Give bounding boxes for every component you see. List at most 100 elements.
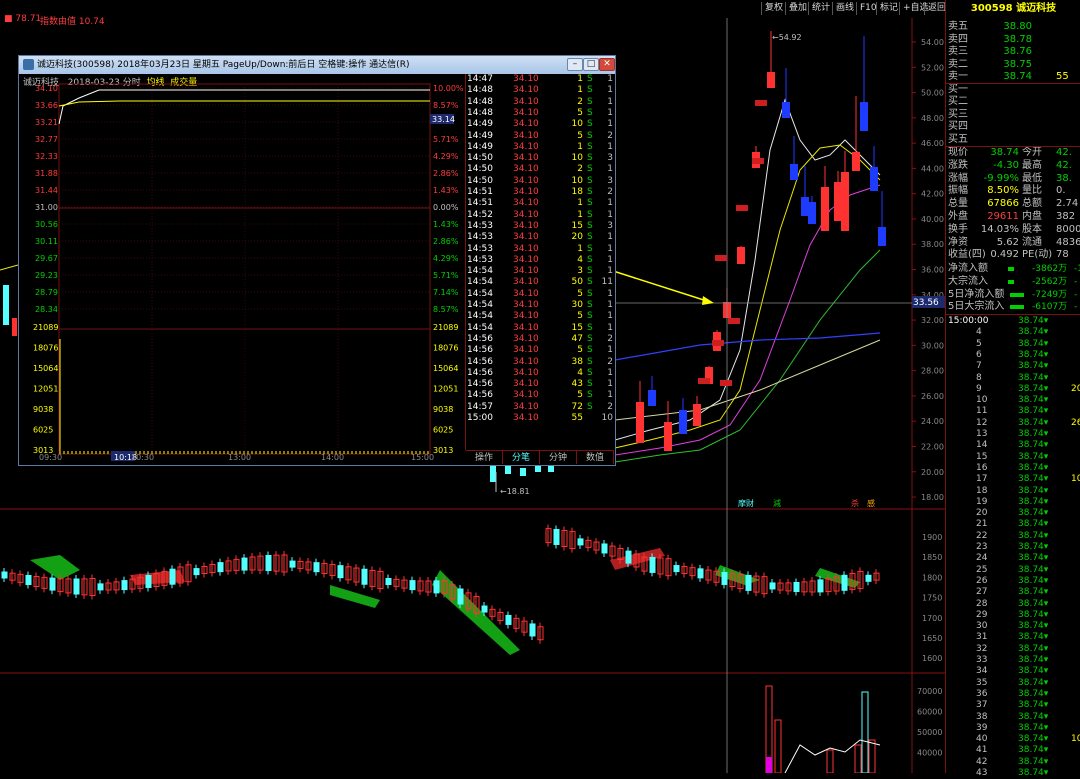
tick-side: S (587, 175, 593, 186)
toolbar-btn-5[interactable]: 标记 (876, 2, 901, 15)
flow-label: 大宗流入 (948, 275, 988, 287)
flow-label: 5日大宗流入 (948, 301, 1005, 313)
order-row: 卖三 38.76 (948, 45, 1079, 58)
mini-right-pct: 4.29% (433, 152, 459, 161)
quote-row: 涨跌 -4.30 最高 42. (948, 160, 1080, 173)
order-label: 卖二 (948, 58, 968, 70)
tick-volume: 5 (577, 345, 583, 356)
tick-time: 14:54 (467, 300, 493, 310)
tick-row: 17 38.74▾ 10 (946, 474, 1080, 485)
popup-tick-row: 14:54 34.10 5 S 1 (465, 289, 615, 300)
quote-value-2: 78 (1056, 249, 1069, 261)
tick-time: 14:54 (467, 311, 493, 322)
quote-value: 67866 (987, 198, 1019, 210)
maximize-button[interactable]: □ (583, 58, 599, 71)
volume-bar (868, 739, 876, 773)
quote-value: 8.50% (987, 185, 1019, 197)
mini-left-price: 32.77 (35, 135, 58, 144)
tick-price: 34.10 (513, 96, 539, 107)
tick-volume: 5 (577, 311, 583, 322)
tick-time: 43 (976, 768, 988, 778)
tick-row: 16 38.74▾ (946, 463, 1080, 474)
order-row: 卖五 38.80 (948, 20, 1079, 33)
order-row: 买一 (948, 83, 1079, 96)
candle-body (801, 197, 809, 216)
popup-tab-3[interactable]: 数值 (577, 450, 614, 464)
candle-body (852, 152, 860, 171)
main-axis-label: 44.00 (921, 164, 944, 173)
tick-row: 28 38.74▾ (946, 599, 1080, 610)
tick-time: 7 (976, 361, 982, 372)
tick-row: 29 38.74▾ (946, 610, 1080, 621)
tick-time: 30 (976, 621, 988, 632)
quote-row: 振幅 8.50% 量比 0. (948, 185, 1080, 198)
tick-row: 39 38.74▾ (946, 723, 1080, 734)
quote-row: 净资 5.62 流通 4836 (948, 237, 1080, 250)
popup-tab-1[interactable]: 分笔 (503, 450, 540, 464)
flow-bar (1008, 279, 1014, 284)
tick-price: 38.74▾ (1018, 406, 1049, 417)
tick-price: 38.74▾ (1018, 587, 1049, 598)
mini-time-label: 14:00 (321, 453, 344, 462)
order-label: 买四 (948, 121, 968, 132)
main-axis-label: 30.00 (921, 341, 944, 350)
quote-label-2: 今开 (1022, 147, 1042, 158)
order-label: 卖四 (948, 33, 968, 45)
tick-count: 2 (607, 187, 613, 197)
toolbar-btn-3[interactable]: 画线 (832, 2, 857, 15)
mid-candle (769, 582, 776, 590)
signal-tag: 感 (867, 498, 875, 508)
mid-candle (361, 568, 368, 585)
toolbar-btn-1[interactable]: 叠加 (785, 2, 810, 15)
quote-separator (946, 146, 1080, 147)
mini-right-pct: 8.57% (433, 101, 459, 110)
quote-row: 总量 67866 总额 2.74 (948, 198, 1080, 211)
mid-candle (217, 562, 224, 573)
mini-vol-right: 9038 (433, 405, 453, 414)
tick-time: 14 (976, 440, 988, 451)
mini-vol-left: 18076 (33, 344, 58, 353)
popup-tick-row: 14:49 34.10 10 S 1 (465, 119, 615, 130)
toolbar-btn-2[interactable]: 统计 (808, 2, 833, 15)
tick-row: 24 38.74▾ (946, 553, 1080, 564)
tick-count: 1 (607, 119, 613, 130)
tick-row: 13 38.74▾ (946, 429, 1080, 440)
candle-body (648, 390, 656, 406)
quote-row: 换手 14.03% 股本 8000 (948, 224, 1080, 237)
minimize-button[interactable]: – (567, 58, 583, 71)
tick-price: 34.10 (513, 345, 539, 356)
tick-price: 34.10 (513, 277, 539, 288)
mid-candle (145, 574, 152, 588)
tick-count: 1 (607, 85, 613, 96)
quote-label: 涨跌 (948, 159, 968, 171)
popup-title-bar[interactable]: 诚迈科技(300598) 2018年03月23日 星期五 PageUp/Down… (19, 56, 615, 74)
candle-body (767, 72, 775, 88)
tick-count: 11 (601, 277, 613, 288)
popup-tab-0[interactable]: 操作 (466, 450, 503, 464)
popup-tick-row: 14:47 34.10 1 S 1 (465, 74, 615, 85)
popup-tick-row: 14:56 34.10 4 S 1 (465, 368, 615, 379)
mini-vol-right: 3013 (433, 446, 453, 455)
left-ma-line (0, 264, 19, 271)
quote-value: 14.03% (980, 223, 1019, 235)
legend-value-a: ■ 78.71 (4, 14, 42, 24)
intraday-popup-window[interactable]: 诚迈科技(300598) 2018年03月23日 星期五 PageUp/Down… (18, 55, 616, 466)
order-price: 38.80 (1003, 21, 1032, 32)
tick-side: S (587, 74, 593, 84)
quote-label: 总量 (948, 198, 968, 210)
mini-price-line (58, 89, 430, 125)
intraday-chart[interactable]: 34.10 33.66 33.21 32.77 32.33 31.88 31.44 31.00… (19, 74, 465, 467)
order-price: 38.76 (1003, 46, 1032, 57)
mid-candle (577, 538, 584, 546)
mid-axis-label: 1600 (922, 654, 942, 663)
toolbar-btn-0[interactable]: 复权 (761, 2, 786, 15)
tick-row: 43 38.74▾ (946, 768, 1080, 779)
tick-price: 38.74▾ (1018, 508, 1049, 519)
tick-side: S (587, 107, 593, 118)
mini-price-now: 33.14 (432, 115, 455, 124)
mini-right-pct: 1.43% (433, 220, 459, 229)
popup-tab-2[interactable]: 分钟 (540, 450, 577, 464)
tick-time: 15 (976, 451, 988, 462)
close-button[interactable]: ✕ (599, 58, 615, 71)
signal-flag (720, 380, 732, 386)
